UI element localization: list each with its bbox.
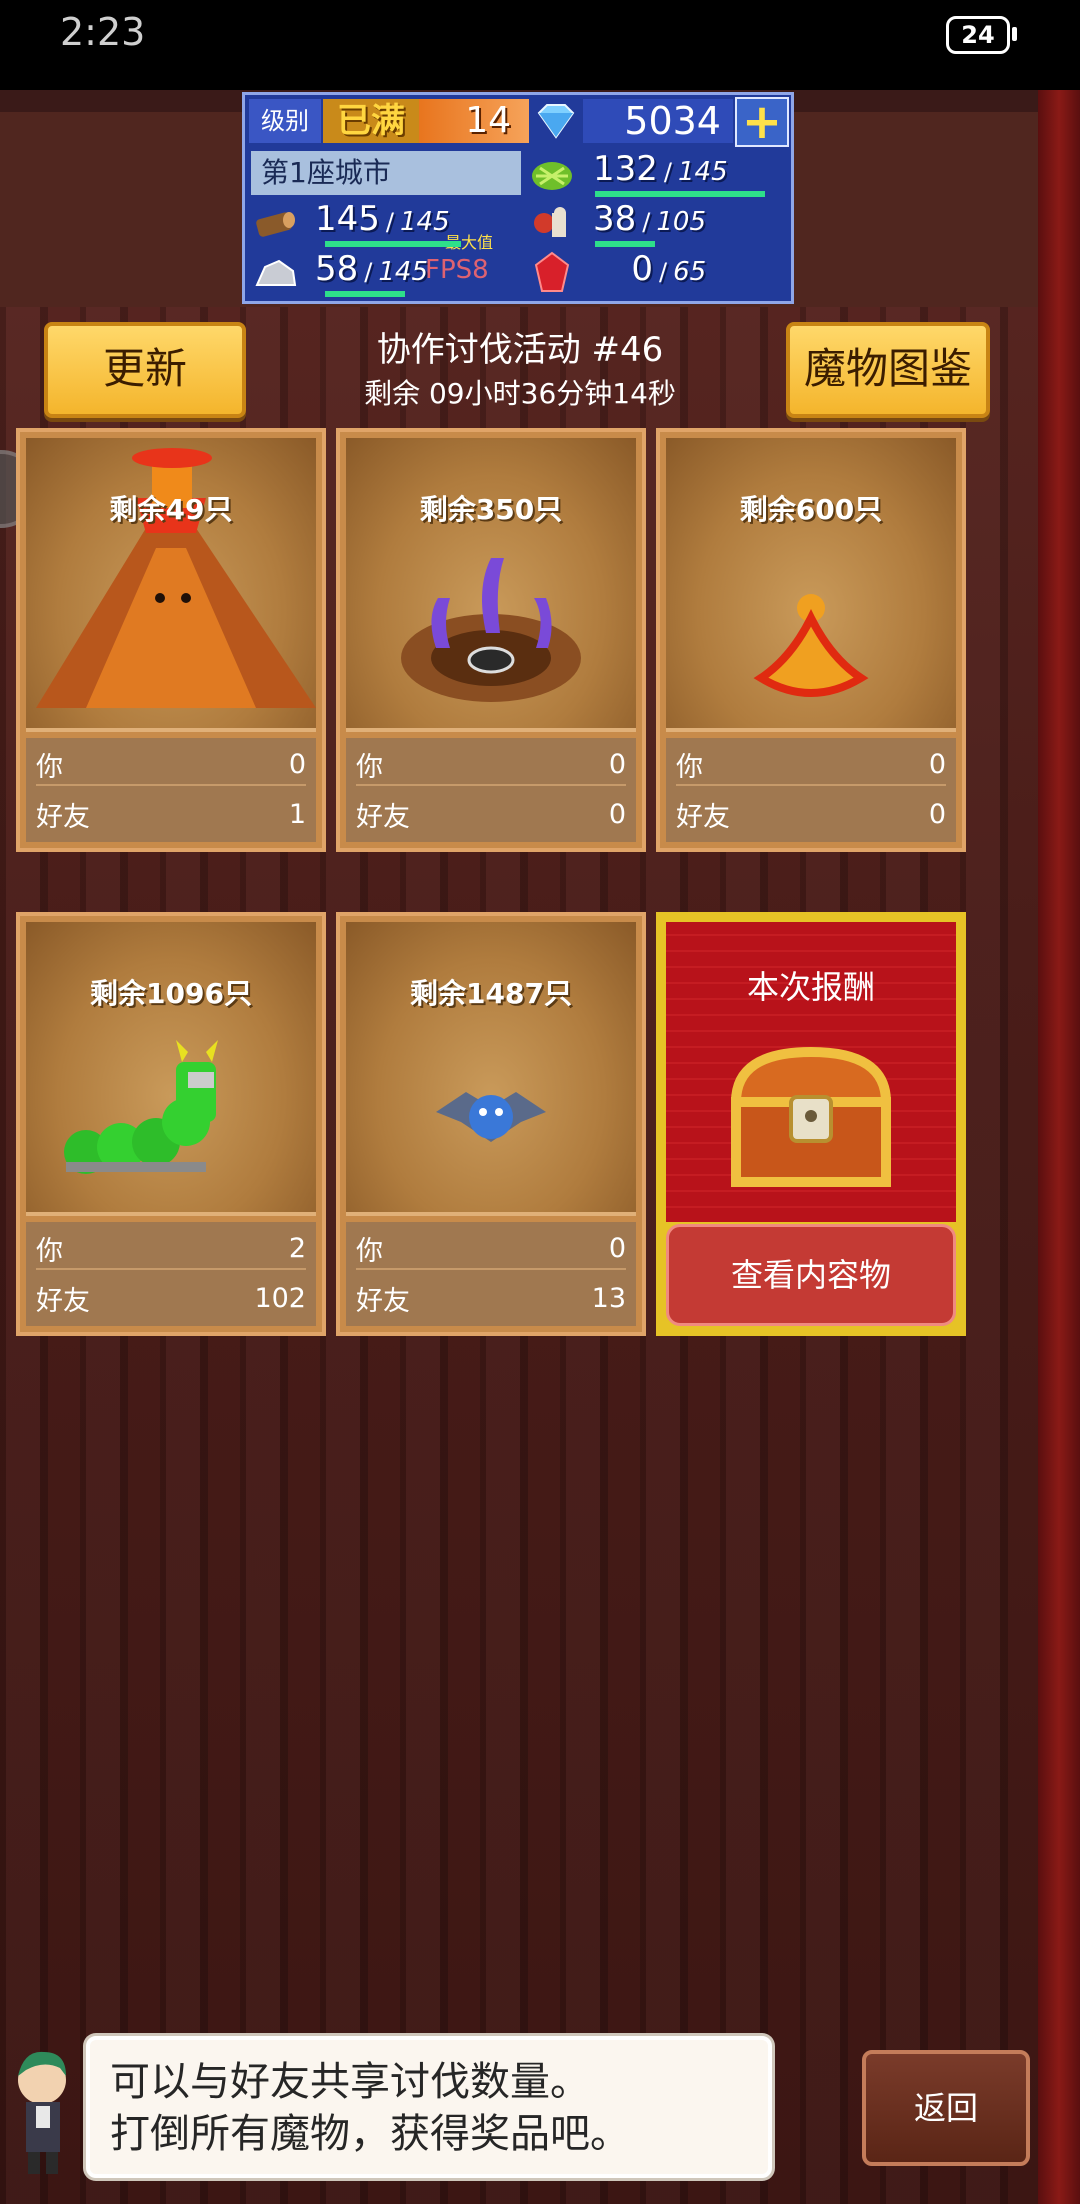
- battery-icon: 24: [946, 16, 1017, 54]
- fire-slime-monster-art: 剩余600只: [666, 438, 956, 732]
- you-count: 0: [288, 748, 306, 780]
- city-name[interactable]: 第1座城市: [251, 151, 521, 195]
- stone-icon: [251, 251, 301, 295]
- grass-max: 145: [678, 157, 728, 187]
- friend-label: 好友: [356, 1285, 410, 1317]
- you-count: 2: [288, 1232, 306, 1264]
- kill-stats: 你0 好友 1: [26, 738, 316, 842]
- pit-tentacle-monster-art: 剩余350只: [346, 438, 636, 732]
- grass-bar: [595, 191, 765, 197]
- remaining-count: 剩余600只: [739, 493, 883, 526]
- stone-value: 58: [315, 249, 359, 289]
- you-row: 你0: [356, 744, 626, 786]
- status-bar: 2:23 24: [0, 0, 1080, 90]
- you-row: 你0: [36, 744, 306, 786]
- monster-card[interactable]: 剩余49只 你0 好友 1: [16, 428, 326, 852]
- friend-label: 好友: [36, 1285, 90, 1317]
- reward-panel: 本次报酬: [666, 922, 956, 1222]
- monster-card[interactable]: 剩余350只 你0 好友 0: [336, 428, 646, 852]
- level-max-badge: 已满: [323, 99, 419, 143]
- wood-icon: [251, 201, 301, 245]
- friend-label: 好友: [36, 801, 90, 833]
- stone-bar: [325, 291, 405, 297]
- friend-count: 1: [288, 798, 306, 830]
- ruby-icon: [527, 251, 577, 295]
- gem-count: 5034: [583, 99, 733, 143]
- ruby-value: 0: [631, 249, 653, 289]
- volcano-monster-art: 剩余49只: [26, 438, 316, 732]
- wood-value: 145: [315, 199, 380, 239]
- view-contents-button[interactable]: 查看内容物: [666, 1224, 956, 1326]
- friend-count: 102: [254, 1282, 306, 1314]
- friend-row: 好友 13: [356, 1278, 626, 1318]
- remaining-count: 剩余350只: [419, 493, 563, 526]
- food-icon: [527, 201, 577, 245]
- treasure-chest-icon: [730, 1046, 892, 1187]
- you-row: 你0: [676, 744, 946, 786]
- food-value: 38: [593, 199, 637, 239]
- food-max: 105: [656, 207, 706, 237]
- friend-count: 0: [608, 798, 626, 830]
- resource-hud: 级别 已满 14 5034 + 第1座城市 132/145 145/145 最大…: [242, 92, 794, 304]
- monster-book-button[interactable]: 魔物图鉴: [786, 322, 990, 418]
- grass-icon: [527, 151, 577, 195]
- friend-label: 好友: [356, 801, 410, 833]
- event-title: 协作讨伐活动 #46: [376, 330, 664, 370]
- you-row: 你2: [36, 1228, 306, 1270]
- stone-max: 145: [378, 257, 428, 287]
- wood-max: 145: [400, 207, 450, 237]
- friend-row: 好友 0: [356, 794, 626, 834]
- monster-card[interactable]: 剩余1096只 你2 好友 102: [16, 912, 326, 1336]
- you-count: 0: [608, 748, 626, 780]
- grass-amount: 132/145: [593, 149, 728, 189]
- refresh-button[interactable]: 更新: [44, 322, 246, 418]
- ruby-amount: 0/65: [593, 249, 783, 292]
- level-value: 14: [419, 99, 529, 143]
- speech-bubble: 可以与好友共享讨伐数量。 打倒所有魔物，获得奖品吧。: [86, 2036, 772, 2178]
- you-label: 你: [356, 1235, 383, 1267]
- friend-count: 13: [591, 1282, 626, 1314]
- friend-row: 好友 102: [36, 1278, 306, 1318]
- level-label: 级别: [249, 99, 321, 143]
- friend-label: 好友: [676, 801, 730, 833]
- curtain-edge: [1038, 90, 1080, 2204]
- you-row: 你0: [356, 1228, 626, 1270]
- speech-line-2: 打倒所有魔物，获得奖品吧。: [110, 2111, 630, 2157]
- kill-stats: 你0 好友 13: [346, 1222, 636, 1326]
- you-count: 0: [608, 1232, 626, 1264]
- remaining-count: 剩余49只: [109, 493, 233, 526]
- you-label: 你: [676, 751, 703, 783]
- remaining-count: 剩余1096只: [90, 977, 252, 1010]
- ruby-max: 65: [673, 257, 707, 287]
- npc-avatar: [4, 2040, 78, 2180]
- kill-stats: 你0 好友 0: [346, 738, 636, 842]
- reward-card: 本次报酬 查看内容物: [656, 912, 966, 1336]
- speech-line-1: 可以与好友共享讨伐数量。: [110, 2059, 590, 2105]
- diamond-icon: [531, 101, 581, 141]
- grass-value: 132: [593, 149, 658, 189]
- monster-card[interactable]: 剩余1487只 你0 好友 13: [336, 912, 646, 1336]
- buy-gems-button[interactable]: +: [735, 97, 789, 147]
- remaining-count: 剩余1487只: [410, 977, 572, 1010]
- food-amount: 38/105: [593, 199, 706, 239]
- food-bar: [595, 241, 655, 247]
- back-button[interactable]: 返回: [862, 2050, 1030, 2166]
- monster-card[interactable]: 剩余600只 你0 好友 0: [656, 428, 966, 852]
- reward-title: 本次报酬: [746, 968, 875, 1006]
- you-label: 你: [36, 751, 63, 783]
- fps-counter: FPS8: [425, 255, 489, 285]
- you-count: 0: [928, 748, 946, 780]
- kill-stats: 你2 好友 102: [26, 1222, 316, 1326]
- kill-stats: 你0 好友 0: [666, 738, 956, 842]
- friend-row: 好友 0: [676, 794, 946, 834]
- bat-monster-art: 剩余1487只: [346, 922, 636, 1216]
- friend-count: 0: [928, 798, 946, 830]
- you-label: 你: [356, 751, 383, 783]
- status-time: 2:23: [60, 10, 146, 54]
- event-timer: 剩余 09小时36分钟14秒: [364, 377, 676, 410]
- friend-row: 好友 1: [36, 794, 306, 834]
- wood-bar: [325, 241, 461, 247]
- caterpillar-monster-art: 剩余1096只: [26, 922, 316, 1216]
- you-label: 你: [36, 1235, 63, 1267]
